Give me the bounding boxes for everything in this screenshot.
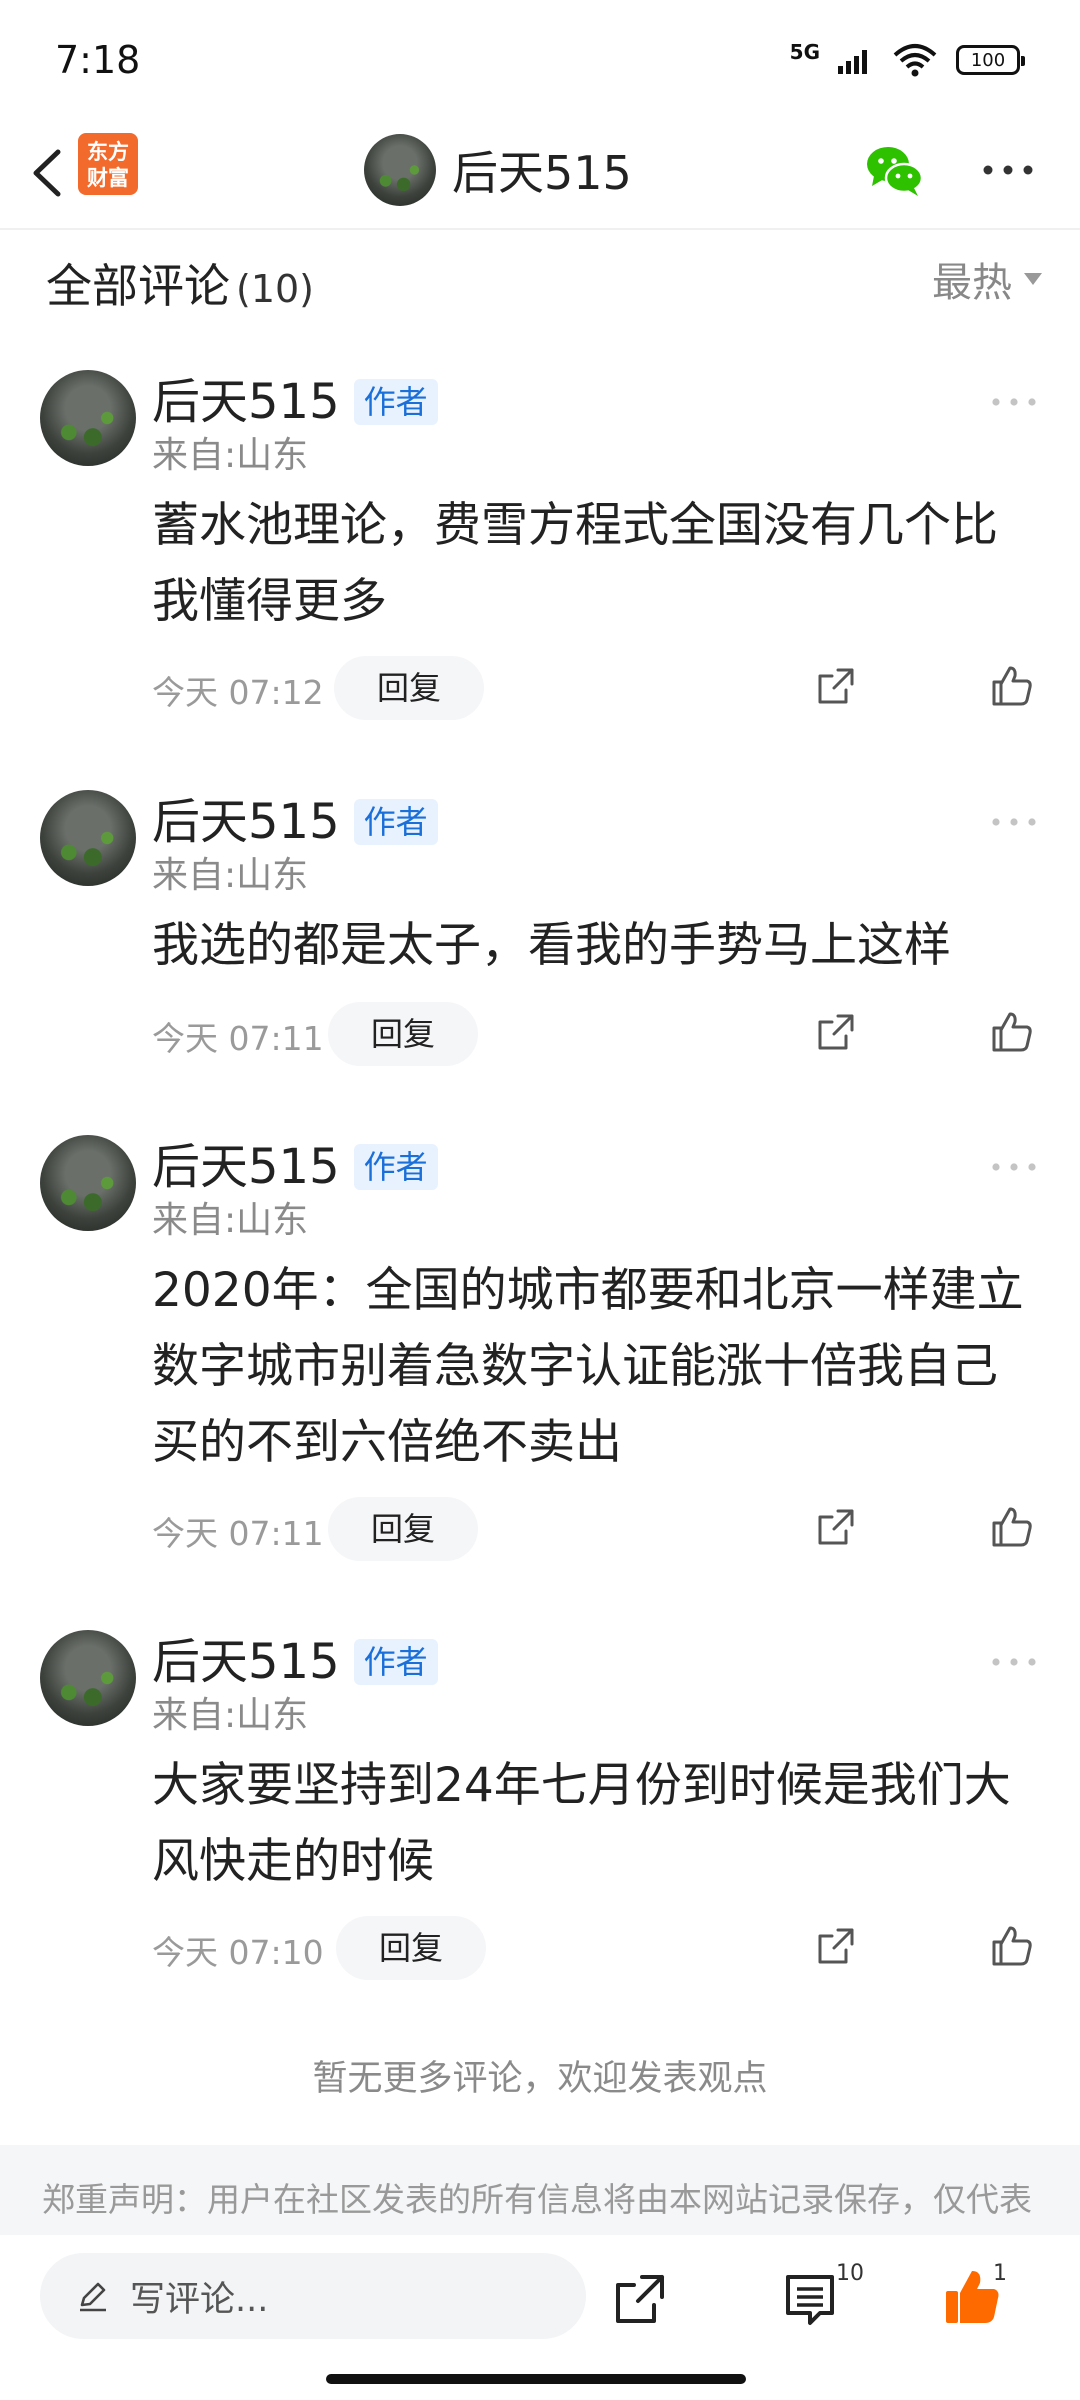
reply-button[interactable]: 回复 xyxy=(334,656,484,720)
comment-text: 大家要坚持到24年七月份到时候是我们大风快走的时候 xyxy=(152,1758,1011,1889)
back-icon[interactable] xyxy=(18,140,78,206)
battery-level: 100 xyxy=(970,49,1006,71)
comment-list-icon[interactable] xyxy=(782,2271,838,2327)
battery-icon: 100 xyxy=(956,45,1025,75)
sort-dropdown[interactable]: 最热 xyxy=(932,250,1042,308)
status-bar: 7:18 5G 100 xyxy=(0,0,1080,120)
comment-location: 来自:山东 xyxy=(152,435,309,476)
share-icon[interactable] xyxy=(814,1505,858,1549)
more-icon[interactable] xyxy=(990,1161,1038,1173)
comment-location: 来自:山东 xyxy=(152,1695,309,1736)
author-name: 后天515 xyxy=(152,1634,340,1690)
network-type: 5G xyxy=(789,40,820,64)
avatar[interactable] xyxy=(40,790,136,886)
share-icon[interactable] xyxy=(814,1010,858,1054)
comment-text: 2020年：全国的城市都要和北京一样建立数字城市别着急数字认证能涨十倍我自己买的… xyxy=(152,1263,1024,1470)
comment-input-placeholder: 写评论... xyxy=(130,2279,269,2320)
reply-button[interactable]: 回复 xyxy=(336,1916,486,1980)
comment-author[interactable]: 后天515 作者 xyxy=(152,790,438,854)
comment-footer: 今天 07:12 回复 xyxy=(152,656,1042,720)
disclaimer: 郑重声明：用户在社区发表的所有信息将由本网站记录保存，仅代表 xyxy=(0,2145,1080,2235)
like-count-badge: 1 xyxy=(993,2261,1007,2286)
brand-logo-line1: 东方 xyxy=(87,140,129,164)
comments-count-badge: 10 xyxy=(836,2261,864,2286)
nav-user[interactable]: 后天515 xyxy=(364,130,632,210)
author-badge: 作者 xyxy=(353,1639,438,1685)
author-badge: 作者 xyxy=(353,1144,438,1190)
comment-text: 我选的都是太子，看我的手势马上这样 xyxy=(152,918,951,973)
more-icon[interactable] xyxy=(990,1656,1038,1668)
disclaimer-text: 郑重声明：用户在社区发表的所有信息将由本网站记录保存，仅代表 xyxy=(42,2180,1032,2219)
comment-location: 来自:山东 xyxy=(152,855,309,896)
comment-author[interactable]: 后天515 作者 xyxy=(152,1135,438,1199)
comment-footer: 今天 07:10 回复 xyxy=(152,1916,1042,1980)
nav-bar: 东方 财富 后天515 xyxy=(0,120,1080,230)
reply-button[interactable]: 回复 xyxy=(328,1497,478,1561)
author-badge: 作者 xyxy=(353,799,438,845)
avatar[interactable] xyxy=(40,370,136,466)
comment-footer: 今天 07:11 回复 xyxy=(152,1002,1042,1066)
reply-button[interactable]: 回复 xyxy=(328,1002,478,1066)
avatar[interactable] xyxy=(364,134,436,206)
caret-down-icon xyxy=(1024,273,1042,285)
comment-time: 今天 07:10 xyxy=(152,1933,324,1972)
pencil-icon xyxy=(80,2282,106,2312)
brand-logo[interactable]: 东方 财富 xyxy=(78,133,138,195)
share-icon[interactable] xyxy=(612,2271,668,2327)
comment-count: (10) xyxy=(236,267,315,311)
sort-label: 最热 xyxy=(932,260,1012,306)
section-title-label: 全部评论 xyxy=(46,259,230,313)
home-indicator[interactable] xyxy=(326,2374,746,2384)
signal-icon xyxy=(838,50,867,74)
author-name: 后天515 xyxy=(152,1139,340,1195)
share-icon[interactable] xyxy=(814,1924,858,1968)
more-icon[interactable] xyxy=(990,396,1038,408)
comment-location: 来自:山东 xyxy=(152,1200,309,1241)
comment-time: 今天 07:12 xyxy=(152,673,324,712)
page-title: 后天515 xyxy=(452,146,632,200)
status-time: 7:18 xyxy=(55,38,141,82)
avatar[interactable] xyxy=(40,1630,136,1726)
thumbs-up-icon[interactable] xyxy=(988,1503,1036,1551)
comment-time: 今天 07:11 xyxy=(152,1019,324,1058)
wifi-icon xyxy=(893,44,937,77)
comment-input[interactable]: 写评论... xyxy=(40,2253,586,2339)
more-icon[interactable] xyxy=(980,160,1036,180)
thumbs-up-icon[interactable] xyxy=(988,1008,1036,1056)
brand-logo-line2: 财富 xyxy=(87,166,129,190)
more-icon[interactable] xyxy=(990,816,1038,828)
comment-author[interactable]: 后天515 作者 xyxy=(152,1630,438,1694)
no-more-comments: 暂无更多评论，欢迎发表观点 xyxy=(312,2059,768,2099)
comment-author[interactable]: 后天515 作者 xyxy=(152,370,438,434)
author-badge: 作者 xyxy=(353,379,438,425)
author-name: 后天515 xyxy=(152,794,340,850)
wechat-icon[interactable] xyxy=(864,142,924,198)
comment-footer: 今天 07:11 回复 xyxy=(152,1497,1042,1561)
status-icons: 5G 100 xyxy=(789,40,1025,80)
comment-time: 今天 07:11 xyxy=(152,1514,324,1553)
thumbs-up-icon[interactable] xyxy=(988,1922,1036,1970)
share-icon[interactable] xyxy=(814,664,858,708)
comment-text: 蓄水池理论，费雪方程式全国没有几个比我懂得更多 xyxy=(152,498,998,629)
author-name: 后天515 xyxy=(152,374,340,430)
thumbs-up-icon[interactable] xyxy=(988,662,1036,710)
avatar[interactable] xyxy=(40,1135,136,1231)
comments-header: 全部评论 (10) 最热 xyxy=(0,230,1080,330)
section-title: 全部评论 (10) xyxy=(46,250,314,316)
